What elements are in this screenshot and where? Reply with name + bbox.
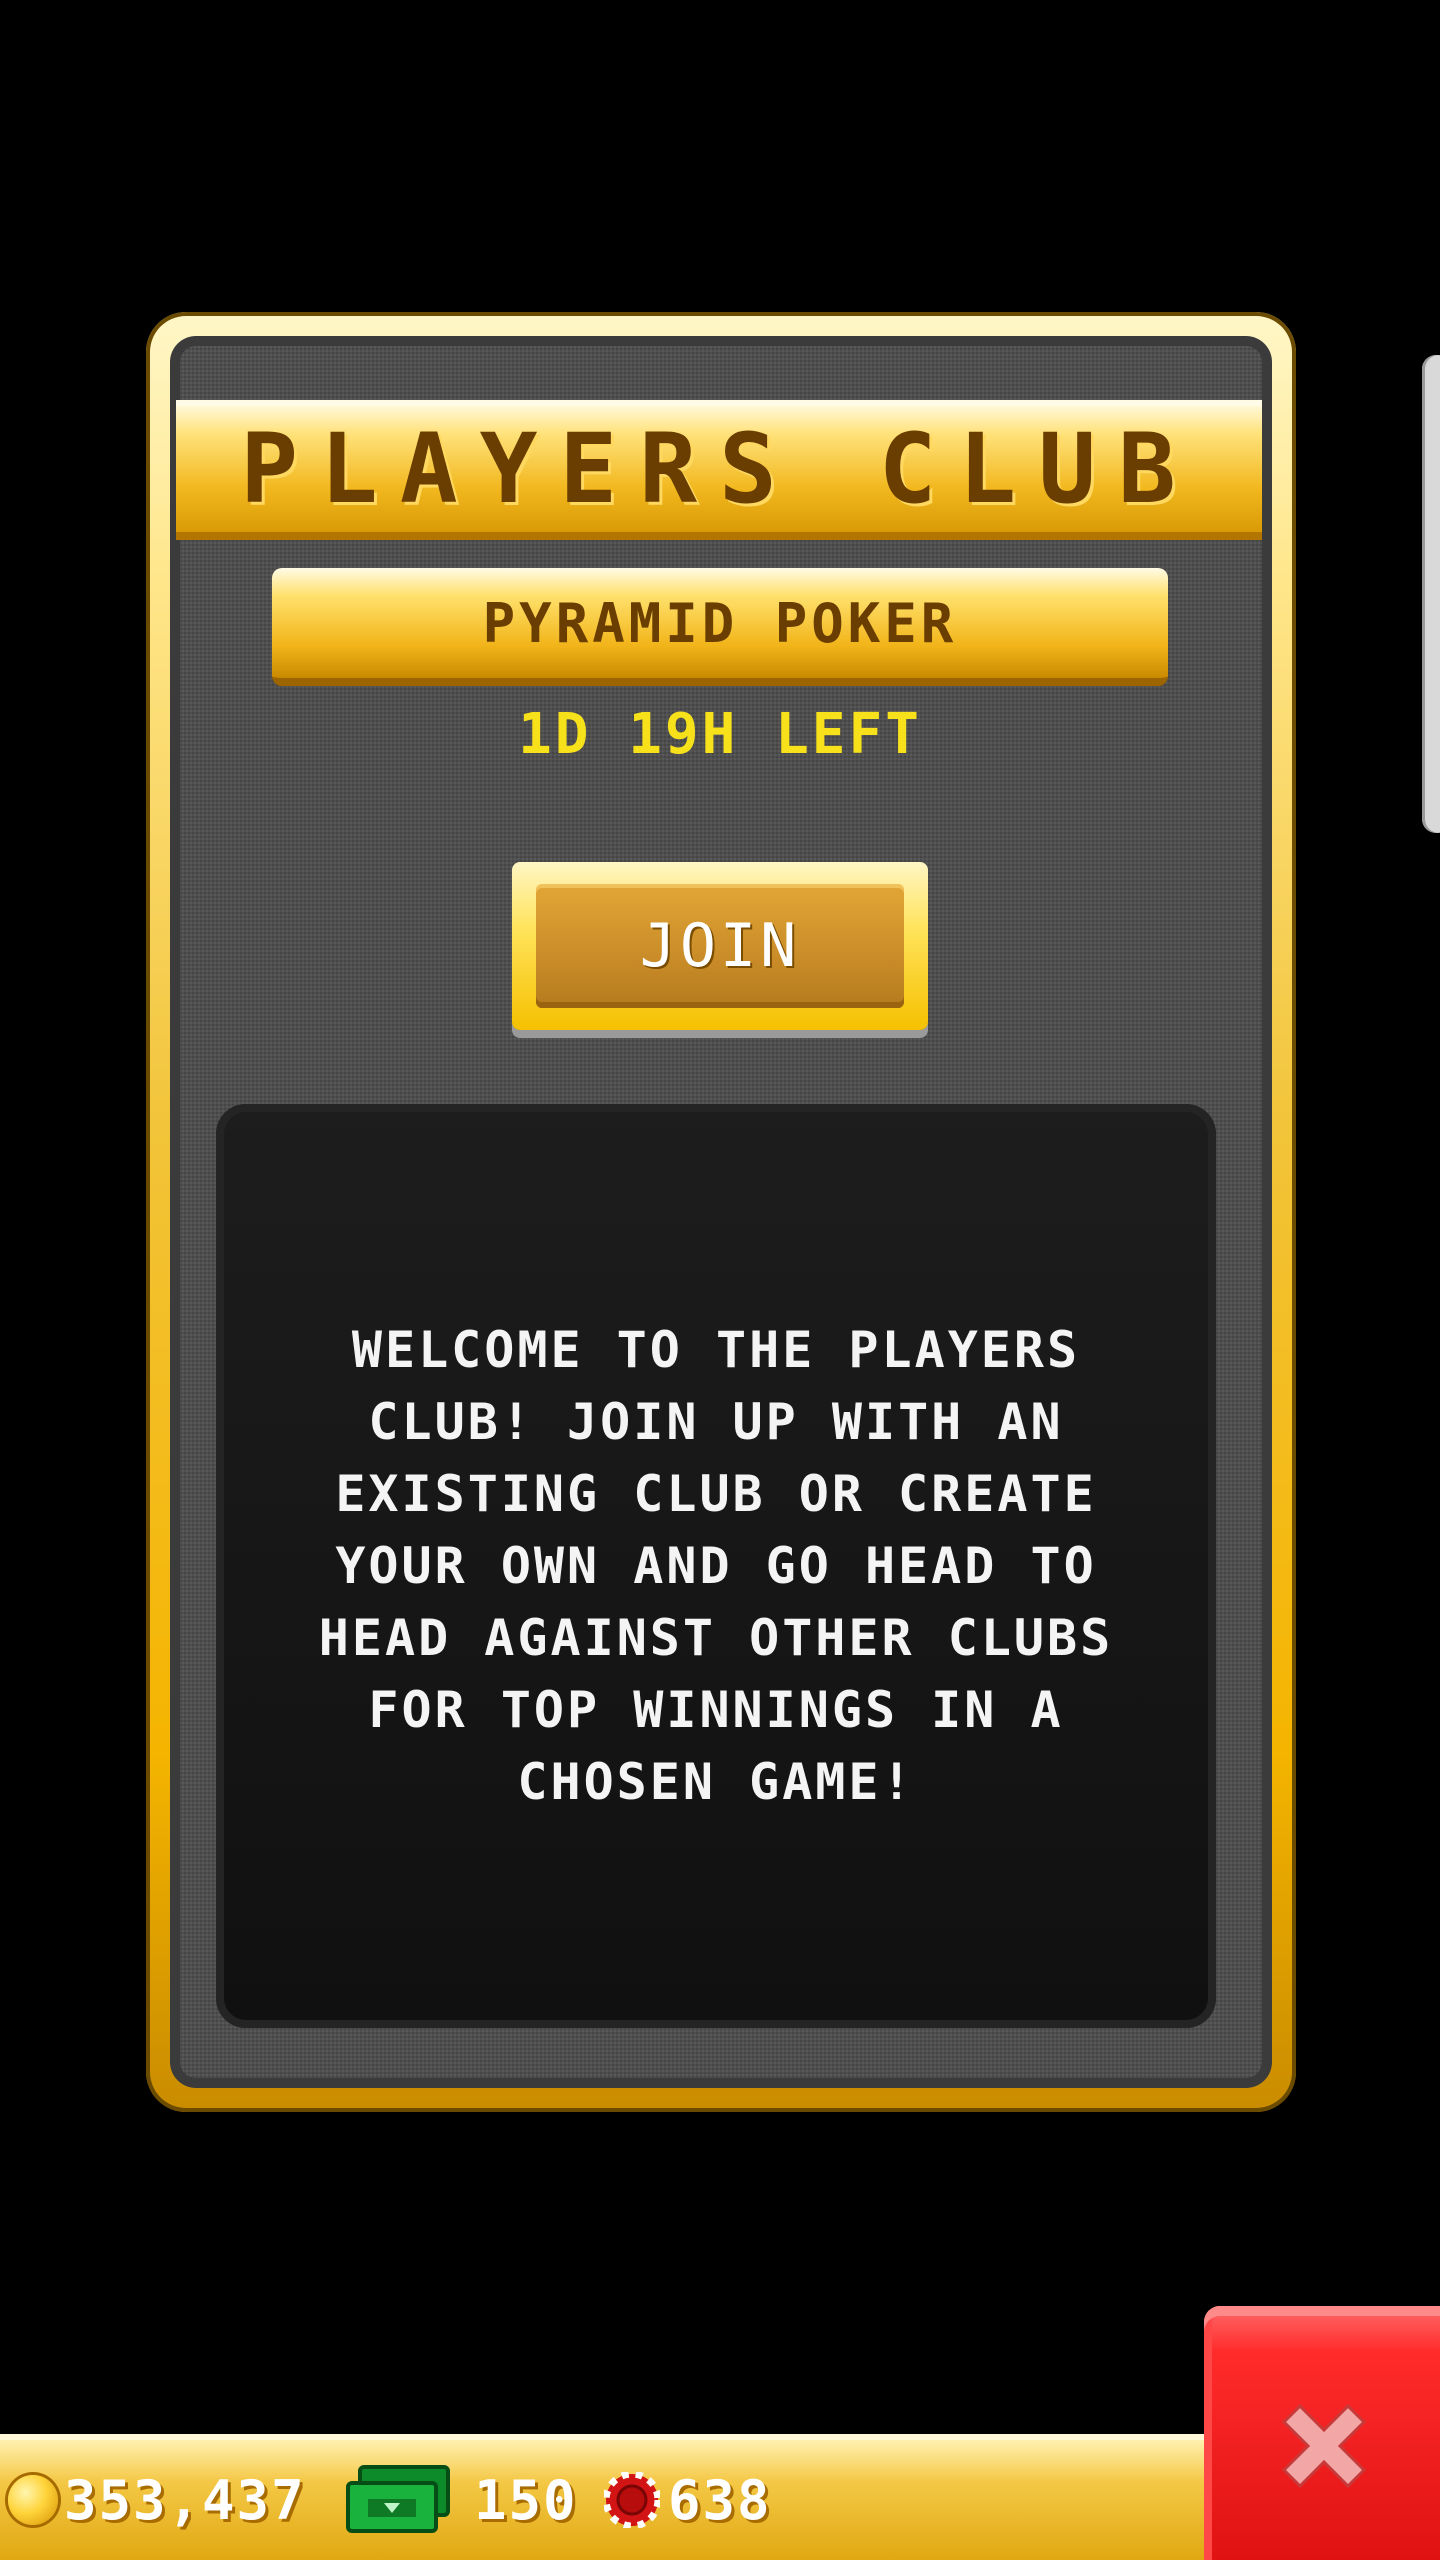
chips-value: 638 (668, 2468, 772, 2532)
cash-value: 150 (474, 2468, 578, 2532)
join-button-label: JOIN (639, 911, 801, 981)
coins-counter: 353,437 (8, 2440, 306, 2560)
cash-counter: 150 (346, 2440, 578, 2560)
join-button-face: JOIN (536, 884, 904, 1008)
close-button[interactable] (1204, 2306, 1440, 2560)
coins-value: 353,437 (64, 2468, 306, 2532)
info-box: WELCOME TO THE PLAYERS CLUB! JOIN UP WIT… (216, 1104, 1216, 2028)
currency-bar: 353,437 150 638 (0, 2434, 1204, 2560)
title-banner: PLAYERS CLUB (176, 400, 1262, 540)
chips-counter: 638 (602, 2440, 772, 2560)
time-left-label: 1D 19H LEFT (518, 702, 922, 767)
coin-icon (8, 2475, 58, 2525)
join-button[interactable]: JOIN (512, 862, 928, 1030)
game-banner: PYRAMID POKER (272, 568, 1168, 686)
chip-icon (602, 2470, 662, 2530)
info-description: WELCOME TO THE PLAYERS CLUB! JOIN UP WIT… (318, 1321, 1114, 1811)
page-title: PLAYERS CLUB (240, 413, 1198, 525)
close-icon (1281, 2403, 1367, 2489)
cash-icon (346, 2465, 452, 2535)
game-name: PYRAMID POKER (482, 591, 958, 655)
